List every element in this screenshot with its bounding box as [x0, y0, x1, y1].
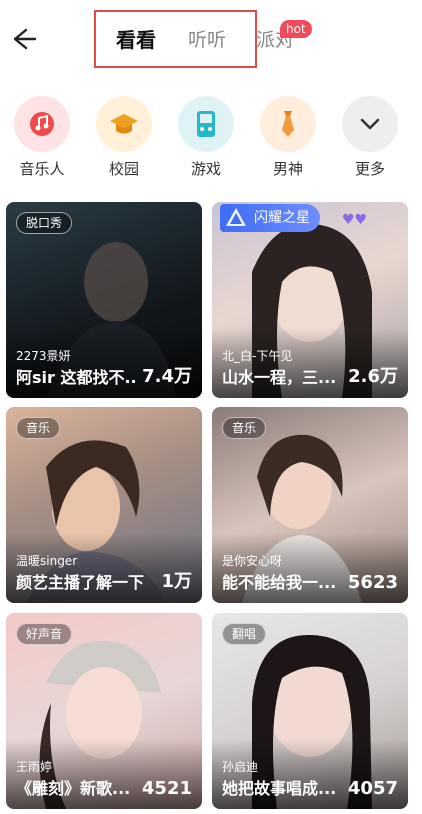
category-row: 音乐人 校园 游戏 男神 更多	[0, 96, 422, 186]
live-room-card[interactable]: 翻唱 孙启迪 她把故事唱成... 4057	[212, 613, 408, 809]
category-male-god[interactable]: 男神	[252, 96, 324, 179]
live-room-card[interactable]: 音乐 是你安心呀 能不能给我一... 5623	[212, 407, 408, 603]
category-musician[interactable]: 音乐人	[6, 96, 78, 179]
graduation-cap-icon	[96, 96, 152, 152]
room-title: 她把故事唱成...	[222, 779, 337, 798]
back-button[interactable]	[8, 24, 38, 54]
music-note-icon	[14, 96, 70, 152]
live-room-card[interactable]: 闪耀之星 ♥♥ 北_白-下午见 山水一程，三... 2.6万	[212, 202, 408, 398]
host-name: 是你安心呀	[222, 554, 283, 568]
host-name: 2273景妍	[16, 349, 71, 363]
live-room-card[interactable]: 脱口秀 2273景妍 阿sir 这都找不... 7.4万	[6, 202, 202, 398]
host-name: 温暖singer	[16, 554, 78, 568]
viewer-count: 4521	[141, 778, 192, 799]
category-tag: 翻唱	[222, 623, 267, 645]
category-campus[interactable]: 校园	[88, 96, 160, 179]
category-label: 男神	[272, 160, 303, 178]
room-title: 《雕刻》新歌...	[16, 779, 131, 798]
back-arrow-icon	[13, 28, 37, 50]
category-label: 游戏	[190, 160, 221, 178]
room-title: 颜艺主播了解一下	[16, 573, 145, 592]
category-game[interactable]: 游戏	[170, 96, 242, 179]
category-label: 更多	[354, 160, 385, 178]
category-more[interactable]: 更多	[334, 96, 406, 179]
hot-badge: hot	[280, 20, 312, 38]
category-label: 校园	[108, 160, 139, 178]
viewer-count: 4057	[347, 778, 398, 799]
star-badge-label: 闪耀之星	[254, 210, 310, 226]
host-name: 孙启迪	[222, 760, 259, 774]
top-header: 看看 听听 派对 hot	[0, 10, 422, 72]
viewer-count: 2.6万	[348, 366, 398, 387]
category-tag: 音乐	[16, 417, 61, 439]
category-tag: 音乐	[222, 417, 267, 439]
star-emblem-icon	[226, 208, 246, 226]
viewer-count: 7.4万	[142, 366, 192, 387]
host-name: 北_白-下午见	[222, 349, 293, 363]
viewer-count: 5623	[347, 572, 398, 593]
category-tag: 好声音	[16, 623, 73, 645]
live-room-card[interactable]: 音乐 温暖singer 颜艺主播了解一下 1万	[6, 407, 202, 603]
tab-tingting[interactable]: 听听	[188, 28, 226, 52]
live-room-card[interactable]: 好声音 王雨婷 《雕刻》新歌... 4521	[6, 613, 202, 809]
star-badge: 闪耀之星	[220, 204, 320, 232]
viewer-count: 1万	[161, 571, 192, 592]
necktie-icon	[260, 96, 316, 152]
room-title: 阿sir 这都找不...	[16, 368, 136, 387]
category-label: 音乐人	[19, 160, 65, 178]
tab-kankan[interactable]: 看看	[116, 28, 156, 52]
category-tag: 脱口秀	[16, 212, 73, 234]
room-title: 能不能给我一...	[222, 573, 337, 592]
host-name: 王雨婷	[16, 760, 53, 774]
hearts-icon: ♥♥	[342, 212, 368, 228]
gamepad-icon	[178, 96, 234, 152]
room-title: 山水一程，三...	[222, 368, 337, 387]
status-bar	[0, 0, 422, 10]
chevron-down-icon	[342, 96, 398, 152]
